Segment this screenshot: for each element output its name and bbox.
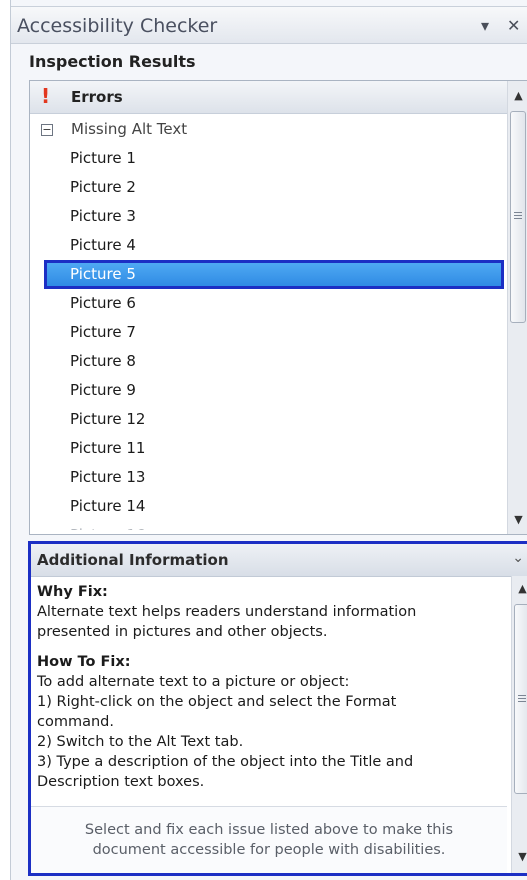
list-item[interactable]: Picture 6: [30, 289, 506, 318]
category-label: Missing Alt Text: [71, 120, 188, 138]
additional-information-header[interactable]: Additional Information ⌄: [31, 544, 527, 577]
close-icon[interactable]: ✕: [507, 16, 520, 35]
list-item[interactable]: Picture 9: [30, 376, 506, 405]
how-to-fix-line: command.: [37, 714, 114, 730]
why-fix-text-line: presented in pictures and other objects.: [37, 624, 328, 640]
how-to-fix-line: 3) Type a description of the object into…: [37, 754, 414, 770]
scrollbar-thumb[interactable]: [510, 111, 526, 323]
errors-label: Errors: [71, 88, 123, 106]
list-item[interactable]: Picture 13: [30, 463, 506, 492]
additional-information-body: Why Fix: Alternate text helps readers un…: [37, 582, 505, 792]
footer-note: Select and fix each issue listed above t…: [31, 806, 507, 873]
additional-information-panel: Additional Information ⌄ Why Fix: Altern…: [28, 541, 527, 876]
why-fix-heading: Why Fix:: [37, 584, 108, 600]
how-to-fix-line: Description text boxes.: [37, 774, 205, 790]
pane-title: Accessibility Checker: [17, 15, 218, 37]
pane-title-bar: Accessibility Checker ▾ ✕: [11, 6, 527, 44]
collapse-icon[interactable]: −: [41, 124, 53, 136]
list-item-label: Picture 6: [70, 294, 136, 312]
list-item[interactable]: Picture 7: [30, 318, 506, 347]
list-item-label: Picture 9: [70, 381, 136, 399]
list-item-label: Picture 2: [70, 178, 136, 196]
scroll-down-icon[interactable]: ▼: [508, 513, 527, 526]
list-item-label: Picture 5: [70, 265, 136, 283]
list-item[interactable]: Picture 4: [30, 231, 506, 260]
list-item[interactable]: Picture 8: [30, 347, 506, 376]
list-item[interactable]: Picture 1: [30, 144, 506, 173]
category-missing-alt-text[interactable]: − Missing Alt Text: [30, 115, 506, 144]
scroll-up-icon[interactable]: ▲: [512, 582, 527, 595]
scrollbar-thumb[interactable]: [514, 604, 527, 794]
inspection-results-list[interactable]: ! Errors − Missing Alt Text Picture 1 Pi…: [29, 80, 527, 535]
list-item-label: Picture 14: [70, 497, 146, 515]
how-to-fix-line: 2) Switch to the Alt Text tab.: [37, 734, 244, 750]
pane-options-dropdown-icon[interactable]: ▾: [481, 16, 489, 35]
footer-note-line: Select and fix each issue listed above t…: [84, 822, 454, 838]
scroll-down-icon[interactable]: ▼: [512, 850, 527, 863]
list-item[interactable]: Picture 3: [30, 202, 506, 231]
additional-information-title: Additional Information: [37, 551, 229, 569]
list-item[interactable]: Picture 14: [30, 492, 506, 521]
list-item-label: Picture 13: [70, 468, 146, 486]
why-fix-text-line: Alternate text helps readers understand …: [37, 604, 417, 620]
list-item-label: Picture 8: [70, 352, 136, 370]
footer-note-line: document accessible for people with disa…: [92, 842, 446, 858]
list-item-selected[interactable]: Picture 5: [30, 260, 506, 289]
scroll-up-icon[interactable]: ▲: [508, 89, 527, 102]
error-exclamation-icon: !: [41, 84, 51, 108]
list-item-label: Picture 1: [70, 149, 136, 167]
list-item-label: Picture 7: [70, 323, 136, 341]
how-to-fix-line: 1) Right-click on the object and select …: [37, 694, 397, 710]
list-item-label: Picture 11: [70, 439, 146, 457]
how-to-fix-heading: How To Fix:: [37, 654, 131, 670]
chevron-down-icon[interactable]: ⌄: [512, 550, 524, 566]
list-item-label: Picture 4: [70, 236, 136, 254]
inspection-results-heading: Inspection Results: [29, 52, 196, 71]
results-scrollbar[interactable]: ▲ ▼: [507, 81, 527, 534]
list-item-partial[interactable]: Picture 16: [30, 521, 506, 535]
how-to-fix-line: To add alternate text to a picture or ob…: [37, 674, 350, 690]
info-scrollbar[interactable]: ▲ ▼: [511, 576, 527, 873]
grip-icon: [518, 695, 526, 703]
list-item[interactable]: Picture 11: [30, 434, 506, 463]
list-item[interactable]: Picture 2: [30, 173, 506, 202]
list-item[interactable]: Picture 12: [30, 405, 506, 434]
grip-icon: [514, 212, 522, 220]
list-item-label: Picture 3: [70, 207, 136, 225]
accessibility-checker-pane: Accessibility Checker ▾ ✕ Inspection Res…: [10, 0, 527, 880]
errors-group-header[interactable]: ! Errors: [30, 81, 527, 114]
list-item-label: Picture 12: [70, 410, 146, 428]
list-item-label: Picture 16: [70, 526, 146, 535]
